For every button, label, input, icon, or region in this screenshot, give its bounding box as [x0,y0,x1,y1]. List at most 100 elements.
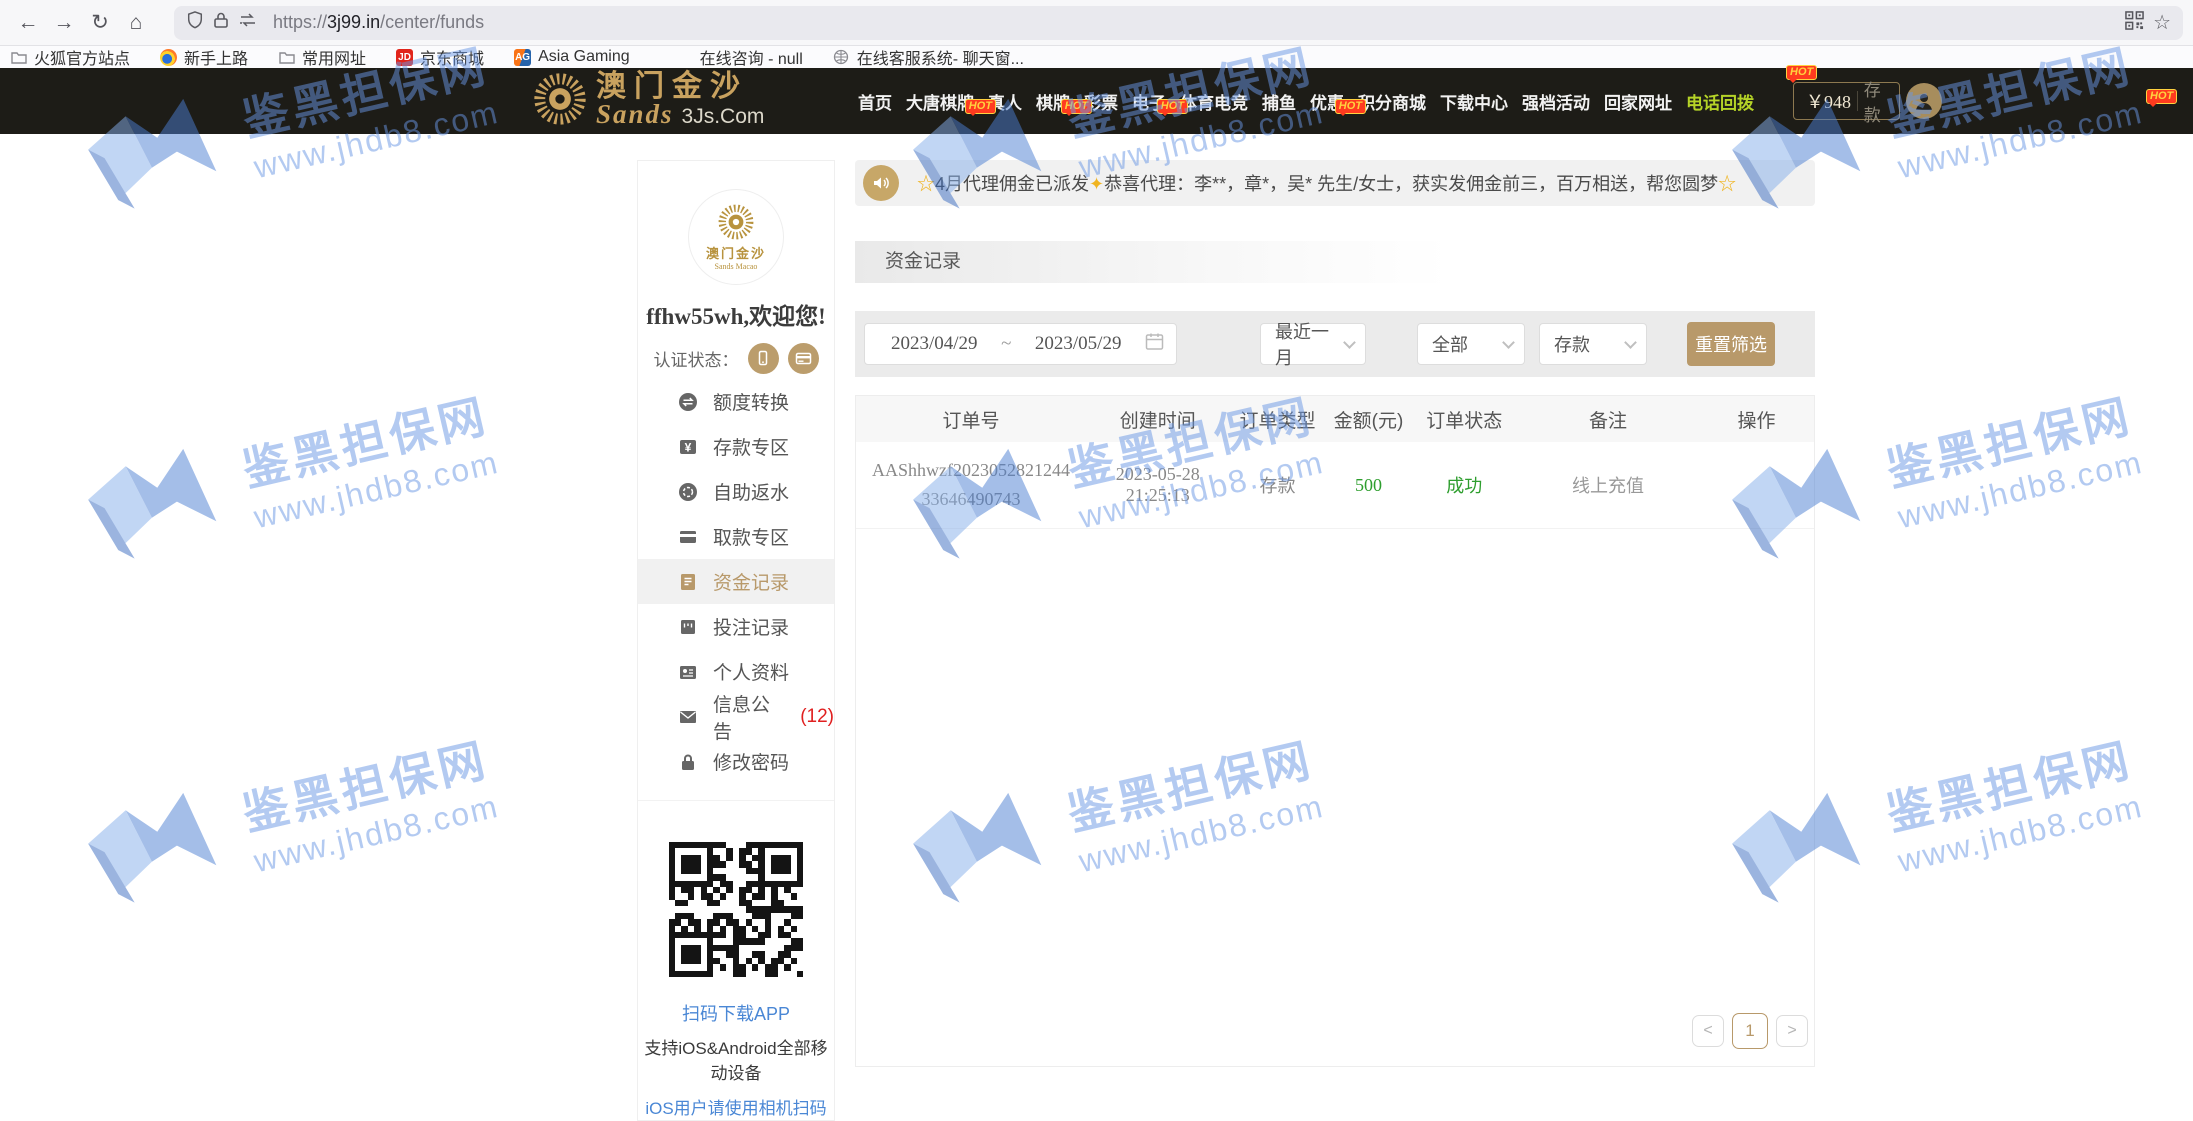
shield-icon[interactable] [186,11,204,34]
bookmark-item[interactable]: 在线客服系统- 聊天窗... [833,45,1024,69]
announcement-text: ☆4月代理佣金已派发✦恭喜代理：李**，章*，吴* 先生/女士，获实发佣金前三，… [917,170,1736,196]
lock-icon[interactable] [213,11,229,34]
chevron-down-icon [1502,336,1515,349]
pagination: < 1 > [1692,1013,1808,1049]
nav-phone-callback[interactable]: 电话回拨 [1679,89,1761,114]
sidebar-item-change-password[interactable]: 修改密码 [638,739,834,784]
table-header: 订单号 创建时间 订单类型 金额(元) 订单状态 备注 操作 [856,396,1814,442]
funds-record-icon [678,572,698,592]
sidebar-item-rebate[interactable]: 自助返水 [638,469,834,514]
forward-button[interactable]: → [46,6,82,40]
bookmark-star-icon[interactable]: ☆ [2153,10,2171,35]
qr-toolbar-icon[interactable] [2125,11,2144,35]
logo-english: Sands [596,101,674,127]
date-start: 2023/04/29 [891,333,978,355]
site-logo[interactable]: 澳门金沙 Sands 3Js.Com [532,68,764,134]
nav-fishing[interactable]: 捕鱼 [1255,89,1303,114]
page-number-button[interactable]: 1 [1732,1013,1768,1049]
cell-order-type: 存款 [1230,472,1326,498]
nav-chess[interactable]: 棋牌HOT [1029,89,1077,114]
calendar-icon [1145,332,1164,357]
wallet-box[interactable]: ￥948 存款 [1793,82,1900,120]
sidebar-item-bet-record[interactable]: 投注记录 [638,604,834,649]
bet-record-icon [678,617,698,637]
asia-gaming-icon: AG [514,49,531,66]
range-select[interactable]: 最近一月 [1260,323,1366,365]
profile-card-icon [678,662,698,682]
unread-count-badge: (12) [800,706,834,728]
nav-home-url[interactable]: 回家网址 [1597,89,1679,114]
bookmark-item[interactable]: JD 京东商城 [396,45,484,69]
nav-slots[interactable]: 电子HOT [1125,89,1173,114]
chevron-down-icon [1624,336,1637,349]
category-select[interactable]: 存款 [1539,323,1647,365]
bank-card-auth-icon[interactable] [788,343,819,374]
sidebar-item-profile[interactable]: 个人资料 [638,649,834,694]
next-page-button[interactable]: > [1776,1015,1808,1047]
qr-download-link[interactable]: 扫码下载APP [638,1000,834,1026]
logo-chinese: 澳门金沙 [596,73,764,101]
logo-domain: 3Js.Com [682,104,765,130]
sidebar-menu: 额度转换 ¥ 存款专区 自助返水 取款专区 资金记录 [638,379,834,784]
cell-amount: 500 [1325,475,1411,496]
nav-home[interactable]: 首页 [851,89,899,114]
permissions-icon[interactable] [238,12,258,33]
qr-support-text: 支持iOS&Android全部移动设备 [638,1034,834,1084]
sidebar-item-withdraw[interactable]: 取款专区 [638,514,834,559]
nav-promotions[interactable]: 优惠HOT [1303,89,1351,114]
deposit-button[interactable]: 存款 [1864,76,1887,126]
chevron-down-icon [1343,336,1356,349]
sidebar-item-announcements[interactable]: 信息公告(12) [638,694,834,739]
back-button[interactable]: ← [10,6,46,40]
cell-status: 成功 [1412,472,1517,498]
auth-status-label: 认证状态： [654,346,739,371]
sidebar-item-deposit[interactable]: ¥ 存款专区 [638,424,834,469]
table-row: AAShhwzf202305282124433646490743 2023-05… [856,442,1814,529]
speaker-icon [863,165,899,201]
bookmarks-bar: 火狐官方站点 新手上路 常用网址 JD 京东商城 AG Asia Gaming … [0,46,2193,68]
cell-created-at: 2023-05-28 21:25:13 [1086,464,1230,506]
mail-icon [678,707,698,727]
reset-filter-button[interactable]: 重置筛选 [1687,322,1775,366]
hot-badge-float: HOT [1786,62,1817,80]
jd-icon: JD [396,49,413,66]
folder-icon [278,49,295,66]
nav-datang-chess[interactable]: 大唐棋牌HOT [899,89,981,114]
prev-page-button[interactable]: < [1692,1015,1724,1047]
site-header: 澳门金沙 Sands 3Js.Com 首页 大唐棋牌HOT 真人 棋牌HOT 彩… [0,68,2193,134]
reload-button[interactable]: ↻ [82,6,118,40]
user-avatar-icon[interactable] [1906,83,1942,119]
lock-icon [678,752,698,772]
sunburst-logo-icon [717,203,755,241]
browser-toolbar: ← → ↻ ⌂ https://3j99.in/center/funds ☆ [0,0,2193,46]
date-range-picker[interactable]: 2023/04/29 ~ 2023/05/29 [864,323,1177,365]
hot-badge-float: HOT [2146,86,2177,104]
hot-badge: HOT [1335,99,1366,114]
balance-amount: ￥948 [1806,88,1851,114]
page-body: 澳门金沙 Sands Macao ffhw55wh,欢迎您! 认证状态： 额度转… [0,134,2193,1121]
qr-ios-hint: iOS用户请使用相机扫码下载 [638,1094,834,1121]
exchange-icon [678,392,698,412]
sidebar-item-quota-transfer[interactable]: 额度转换 [638,379,834,424]
sidebar-item-funds-record[interactable]: 资金记录 [638,559,834,604]
bookmark-item[interactable]: AG Asia Gaming [514,48,630,66]
phone-auth-icon[interactable] [748,343,779,374]
bookmark-item[interactable]: 火狐官方站点 [10,45,130,69]
bookmark-item[interactable]: 在线咨询 - null [700,45,803,69]
nav-events[interactable]: 强档活动 [1515,89,1597,114]
announcement-bar: ☆4月代理佣金已派发✦恭喜代理：李**，章*，吴* 先生/女士，获实发佣金前三，… [855,160,1815,206]
qr-code [664,837,809,982]
url-text: https://3j99.in/center/funds [273,12,484,33]
bookmark-item[interactable]: 常用网址 [278,45,366,69]
bookmark-item[interactable]: 新手上路 [160,45,248,69]
main-content: ☆4月代理佣金已派发✦恭喜代理：李**，章*，吴* 先生/女士，获实发佣金前三，… [855,160,1815,1067]
filter-bar: 2023/04/29 ~ 2023/05/29 最近一月 全部 存款 [855,311,1815,377]
browser-window: ← → ↻ ⌂ https://3j99.in/center/funds ☆ [0,0,2193,1121]
auth-status-row: 认证状态： [638,341,834,375]
date-end: 2023/05/29 [1035,333,1122,355]
nav-download[interactable]: 下载中心 [1433,89,1515,114]
bank-card-icon [678,527,698,547]
type-select[interactable]: 全部 [1417,323,1525,365]
url-bar[interactable]: https://3j99.in/center/funds ☆ [174,6,2183,40]
home-button[interactable]: ⌂ [118,6,154,40]
